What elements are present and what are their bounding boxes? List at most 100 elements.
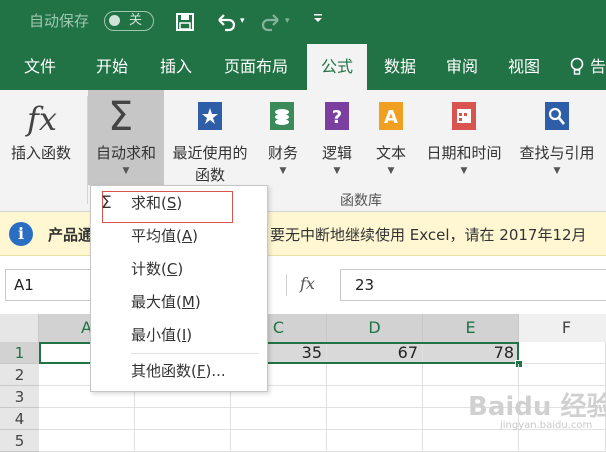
tab-insert[interactable]: 插入 [148,44,204,90]
menu-item-more-end: )... [205,362,226,380]
menu-item-sum-end: ) [176,194,183,212]
redo-icon[interactable] [260,12,282,36]
redo-dropdown-icon[interactable]: ▾ [285,16,290,26]
tab-view[interactable]: 视图 [496,44,552,90]
select-all-corner[interactable] [0,314,39,342]
title-bar: 自动保存 关 ▾ ▾ [0,0,606,44]
sigma-icon: Σ [101,193,112,213]
ribbon-tabs: 文件 开始 插入 页面布局 公式 数据 审阅 视图 告 [0,44,606,90]
undo-icon[interactable] [215,12,237,36]
chevron-down-icon: ▼ [387,166,395,176]
menu-item-average-end: ) [192,227,198,245]
cell-c5[interactable] [231,430,327,452]
row-header-3[interactable]: 3 [0,386,39,408]
save-icon[interactable] [176,13,194,35]
financial-button[interactable]: 财务 ▼ [258,90,308,185]
menu-item-max-key: M [181,293,195,311]
text-book-icon: A [377,100,405,136]
chevron-down-icon: ▼ [279,166,287,176]
formula-separator [286,274,287,296]
calendar-book-icon [450,100,478,136]
cell-a4[interactable] [39,408,135,430]
row-header-4[interactable]: 4 [0,408,39,430]
row-header-1[interactable]: 1 [0,342,39,364]
svg-text:A: A [384,107,398,128]
cell-b4[interactable] [135,408,231,430]
lookup-reference-button[interactable]: 查找与引用 ▼ [510,90,604,185]
menu-item-count-end: ) [177,260,184,278]
cell-d3[interactable] [327,386,423,408]
cell-f5[interactable] [519,430,606,452]
menu-item-max[interactable]: 最大值(M) [91,287,265,317]
cell-a5[interactable] [39,430,135,452]
cell-d1[interactable]: 67 [327,342,423,364]
undo-dropdown-icon[interactable]: ▾ [240,16,245,26]
row-header-2[interactable]: 2 [0,364,39,386]
coins-book-icon [268,100,296,136]
tab-data[interactable]: 数据 [372,44,428,90]
cell-e2[interactable] [423,364,519,386]
menu-item-count[interactable]: 计数(C) [91,254,265,284]
logical-label: 逻辑 [321,144,352,162]
tab-home[interactable]: 开始 [84,44,140,90]
info-title: 产品通 [48,226,94,244]
cell-e5[interactable] [423,430,519,452]
cell-d5[interactable] [327,430,423,452]
tab-page-layout[interactable]: 页面布局 [212,44,300,90]
autosum-button[interactable]: Σ 自动求和 ▼ [88,90,164,185]
tab-tell-me[interactable]: 告 [590,44,606,90]
autosave-toggle[interactable]: 关 [104,11,154,31]
customize-toolbar-icon[interactable] [313,12,323,26]
watermark-url: jingyan.baidu.com [500,420,593,431]
tab-file[interactable]: 文件 [10,44,70,90]
chevron-down-icon: ▼ [333,166,341,176]
lightbulb-icon[interactable] [570,57,584,81]
sigma-icon: Σ [108,94,134,140]
tab-review[interactable]: 审阅 [434,44,490,90]
chevron-down-icon: ▼ [553,166,561,176]
autosave-label: 自动保存 [29,12,90,30]
text-button[interactable]: A 文本 ▼ [368,90,414,185]
cell-c4[interactable] [231,408,327,430]
menu-item-more-functions[interactable]: 其他函数(F)... [91,356,265,386]
menu-item-count-text: 计数( [131,260,167,278]
menu-item-max-end: ) [194,293,201,311]
column-header-e[interactable]: E [423,314,519,342]
autosum-label: 自动求和 [95,144,156,162]
logical-button[interactable]: ? 逻辑 ▼ [314,90,360,185]
column-header-f[interactable]: F [519,314,606,342]
cell-f1[interactable] [519,342,606,364]
cell-d4[interactable] [327,408,423,430]
recent-functions-label-2: 函数 [194,166,225,184]
menu-item-average-text: 平均值( [131,227,182,245]
star-book-icon [196,100,224,136]
financial-label: 财务 [267,144,298,162]
cell-e1[interactable]: 78 [423,342,519,364]
lookup-reference-label: 查找与引用 [519,144,595,162]
question-book-icon: ? [323,100,351,136]
insert-function-icon[interactable]: fx [300,274,315,293]
cell-b5[interactable] [135,430,231,452]
column-header-d[interactable]: D [327,314,423,342]
magnifier-book-icon [543,100,571,136]
insert-function-button[interactable]: fx 插入函数 [0,90,82,185]
cell-d2[interactable] [327,364,423,386]
tab-formulas[interactable]: 公式 [307,44,367,90]
autosave-state: 关 [129,13,143,28]
text-label: 文本 [375,144,406,162]
menu-item-more-text: 其他函数( [131,362,197,380]
autosum-dropdown-menu: Σ 求和(S) 平均值(A) 计数(C) 最大值(M) 最小值(I) 其他函数(… [90,185,268,392]
datetime-button[interactable]: 日期和时间 ▼ [420,90,508,185]
row-header-5[interactable]: 5 [0,430,39,452]
svg-text:?: ? [332,107,342,128]
cell-f2[interactable] [519,364,606,386]
formula-input[interactable]: 23 [340,269,606,301]
menu-item-min[interactable]: 最小值(I) [91,320,265,350]
menu-item-average[interactable]: 平均值(A) [91,221,265,251]
menu-item-sum-text: 求和( [131,194,167,212]
menu-item-sum[interactable]: Σ 求和(S) [91,188,265,218]
menu-separator [131,353,259,354]
recent-functions-label-1: 最近使用的 [172,144,248,162]
recent-functions-button[interactable]: 最近使用的 函数 [166,90,254,185]
menu-item-min-end: ) [186,326,193,344]
